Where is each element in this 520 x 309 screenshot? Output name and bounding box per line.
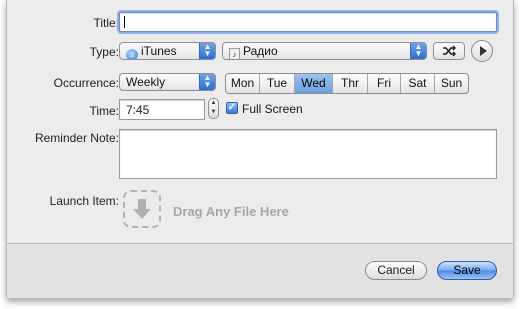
itunes-icon: ♫ [126, 49, 138, 59]
drag-hint: Drag Any File Here [173, 204, 289, 219]
type-playlist-popup[interactable]: ♪ Радио ▲ ▼ [222, 42, 427, 60]
time-value: 7:45 [126, 103, 150, 117]
day-sun[interactable]: Sun [435, 74, 468, 93]
save-button[interactable]: Save [437, 261, 497, 280]
occurrence-popup[interactable]: Weekly ▲ ▼ [119, 73, 216, 91]
popup-arrows-icon: ▲ ▼ [410, 43, 426, 59]
launch-label: Launch Item: [49, 194, 119, 208]
download-arrow-icon [133, 199, 151, 219]
title-label: Title: [93, 16, 119, 30]
fullscreen-label: Full Screen [242, 102, 303, 116]
launch-item-dropzone[interactable] [123, 190, 161, 228]
popup-arrows-icon: ▲ ▼ [199, 43, 215, 59]
type-app-value: iTunes [141, 44, 177, 58]
stepper-down-icon: ▼ [210, 109, 217, 115]
cancel-button[interactable]: Cancel [365, 261, 427, 280]
occurrence-value: Weekly [126, 75, 166, 89]
type-label: Type: [89, 45, 119, 59]
day-wed[interactable]: Wed [295, 74, 333, 93]
type-app-popup[interactable]: ♫ iTunes ▲ ▼ [119, 42, 216, 60]
fullscreen-checkbox[interactable]: ✓ [226, 102, 238, 114]
time-field[interactable]: 7:45 [119, 99, 205, 120]
day-thr[interactable]: Thr [333, 74, 368, 93]
occurrence-label: Occurrence: [53, 76, 119, 90]
play-button[interactable] [471, 40, 493, 62]
type-playlist-value: Радио [243, 44, 278, 58]
day-mon[interactable]: Mon [226, 74, 260, 93]
weekday-selector: Mon Tue Wed Thr Fri Sat Sun [225, 73, 469, 94]
popup-arrows-icon: ▲ ▼ [199, 74, 215, 90]
day-tue[interactable]: Tue [260, 74, 295, 93]
stepper-up-icon: ▲ [210, 100, 217, 106]
day-fri[interactable]: Fri [368, 74, 401, 93]
time-stepper[interactable]: ▲ ▼ [208, 98, 219, 119]
time-label: Time: [89, 104, 119, 118]
reminder-sheet: Title: Type: ♫ iTunes ▲ ▼ ♪ Радио ▲ ▼ Occurr… [6, 0, 514, 299]
title-field[interactable] [119, 12, 497, 32]
reminder-note-field[interactable] [119, 129, 497, 179]
day-sat[interactable]: Sat [401, 74, 435, 93]
shuffle-button[interactable] [433, 42, 465, 60]
text-caret [124, 16, 125, 28]
music-note-icon: ♪ [229, 48, 240, 59]
checkmark-icon: ✓ [227, 102, 237, 113]
play-icon [480, 46, 487, 56]
reminder-label: Reminder Note: [34, 131, 119, 145]
shuffle-icon [443, 45, 456, 57]
